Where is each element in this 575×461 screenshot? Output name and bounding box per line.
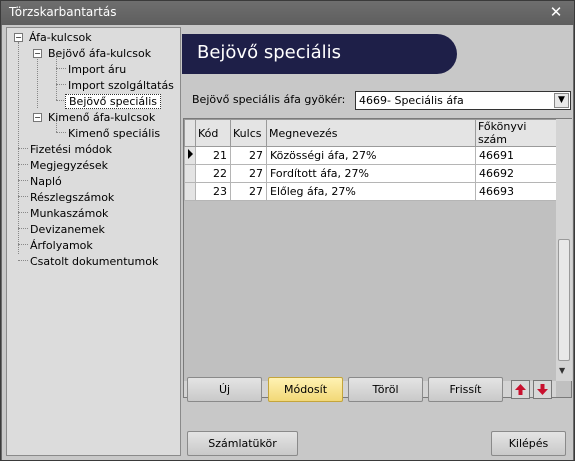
tree-item-reszlegszamok[interactable]: Részlegszámok <box>30 190 114 205</box>
column-header-fokonyvi-szam[interactable]: Főkönyvi szám <box>475 119 557 147</box>
tree-line <box>18 196 28 197</box>
new-button[interactable]: Új <box>187 377 262 402</box>
tree-item-kimeno-specialis[interactable]: Kimenő speciális <box>68 126 160 141</box>
navigation-tree: − Áfa-kulcsok − Bejövő áfa-kulcsok Impor… <box>6 27 181 456</box>
vertical-scrollbar[interactable]: ▼ <box>556 119 572 381</box>
cell-kod[interactable]: 22 <box>195 164 231 183</box>
window-title: Törzskarbantartás <box>9 5 117 19</box>
tree-item-munkaszamok[interactable]: Munkaszámok <box>30 206 108 221</box>
tree-line <box>18 180 28 181</box>
tree-line <box>18 148 28 149</box>
column-header-kulcs[interactable]: Kulcs <box>230 119 267 147</box>
move-up-button[interactable] <box>511 380 530 399</box>
tree-item-label: Napló <box>30 175 62 188</box>
tree-item-fizetesi-modok[interactable]: Fizetési módok <box>30 142 112 157</box>
cell-fokonyvi-szam[interactable]: 46692 <box>475 164 557 183</box>
exit-button[interactable]: Kilépés <box>491 431 566 456</box>
root-account-select[interactable]: 4669- Speciális áfa ▼ <box>355 91 571 110</box>
collapse-icon[interactable]: − <box>14 33 23 42</box>
tree-item-kimeno-afa-kulcsok[interactable]: Kimenő áfa-kulcsok <box>48 110 155 125</box>
tree-item-naplo[interactable]: Napló <box>30 174 62 189</box>
tree-item-label: Bejövő áfa-kulcsok <box>48 47 152 60</box>
tree-item-bejovo-specialis[interactable]: Bejövő speciális <box>65 94 162 109</box>
tree-line <box>56 84 66 85</box>
row-indicator <box>184 146 196 165</box>
modify-button[interactable]: Módosít <box>268 377 343 402</box>
collapse-icon[interactable]: − <box>33 113 42 122</box>
cell-megnevezes[interactable]: Fordított áfa, 27% <box>266 164 476 183</box>
tree-line <box>56 56 57 100</box>
table-row[interactable]: 23 27 Előleg áfa, 27% 46693 <box>184 182 557 201</box>
vertical-scroll-thumb[interactable] <box>558 239 570 361</box>
arrow-down-icon <box>537 384 548 395</box>
tree-item-label: Import áru <box>68 63 127 76</box>
tree-item-label: Áfa-kulcsok <box>29 31 92 44</box>
refresh-button[interactable]: Frissít <box>428 377 503 402</box>
tree-item-label: Részlegszámok <box>30 191 115 204</box>
cell-kod[interactable]: 23 <box>195 182 231 201</box>
cell-kulcs[interactable]: 27 <box>230 146 267 165</box>
vat-code-grid[interactable]: Kód Kulcs Megnevezés Főkönyvi szám 21 27… <box>183 118 572 398</box>
tree-item-label: Fizetési módok <box>30 143 113 156</box>
tree-line <box>18 228 28 229</box>
tree-item-megjegyzesek[interactable]: Megjegyzések <box>30 158 108 173</box>
move-down-button[interactable] <box>533 380 552 399</box>
root-account-value: 4669- Speciális áfa <box>359 94 464 107</box>
cell-fokonyvi-szam[interactable]: 46693 <box>475 182 557 201</box>
column-header-kod[interactable]: Kód <box>195 119 231 147</box>
client-area: − Áfa-kulcsok − Bejövő áfa-kulcsok Impor… <box>2 25 573 460</box>
tree-item-afa-kulcsok[interactable]: Áfa-kulcsok <box>29 30 92 45</box>
table-row[interactable]: 21 27 Közösségi áfa, 27% 46691 <box>184 146 557 165</box>
tree-item-devizanemek[interactable]: Devizanemek <box>30 222 105 237</box>
tree-item-import-aru[interactable]: Import áru <box>68 62 126 77</box>
tree-line <box>56 132 66 133</box>
panel-title: Bejövő speciális <box>197 42 342 63</box>
vat-code-table: Kód Kulcs Megnevezés Főkönyvi szám 21 27… <box>184 119 557 201</box>
cell-kulcs[interactable]: 27 <box>230 164 267 183</box>
tree-item-label: Munkaszámok <box>30 207 109 220</box>
tree-item-label: Devizanemek <box>30 223 105 236</box>
tree-item-label: Kimenő speciális <box>68 127 161 140</box>
tree-item-label: Import szolgáltatás <box>68 79 174 92</box>
tree-item-label: Bejövő speciális <box>65 94 162 109</box>
delete-button[interactable]: Töröl <box>348 377 423 402</box>
tree-line <box>18 260 28 261</box>
tree-item-label: Kimenő áfa-kulcsok <box>48 111 156 124</box>
root-account-label: Bejövő speciális áfa gyökér: <box>192 93 346 106</box>
row-indicator <box>184 164 196 183</box>
tree-item-label: Árfolyamok <box>30 239 93 252</box>
collapse-icon[interactable]: − <box>33 49 42 58</box>
tree-item-arfolyamok[interactable]: Árfolyamok <box>30 238 93 253</box>
chart-of-accounts-button[interactable]: Számlatükör <box>187 431 298 456</box>
tree-line <box>18 164 28 165</box>
tree-item-import-szolgaltatas[interactable]: Import szolgáltatás <box>68 78 174 93</box>
title-bar[interactable]: Törzskarbantartás ✕ <box>1 1 574 25</box>
tree-item-label: Csatolt dokumentumok <box>30 255 159 268</box>
row-indicator-header <box>184 119 196 147</box>
scroll-down-icon[interactable]: ▼ <box>559 366 565 375</box>
current-row-pointer-icon <box>188 149 193 159</box>
cell-megnevezes[interactable]: Előleg áfa, 27% <box>266 182 476 201</box>
cell-megnevezes[interactable]: Közösségi áfa, 27% <box>266 146 476 165</box>
tree-item-label: Megjegyzések <box>30 159 108 172</box>
tree-line <box>56 68 66 69</box>
table-row[interactable]: 22 27 Fordított áfa, 27% 46692 <box>184 164 557 183</box>
window: Törzskarbantartás ✕ − Áfa-kulcsok − Bejö… <box>0 0 575 461</box>
cell-kulcs[interactable]: 27 <box>230 182 267 201</box>
cell-fokonyvi-szam[interactable]: 46691 <box>475 146 557 165</box>
close-icon[interactable]: ✕ <box>548 4 564 20</box>
arrow-up-icon <box>515 384 526 395</box>
tree-line <box>18 212 28 213</box>
panel-header: Bejövő speciális <box>182 34 457 74</box>
cell-kod[interactable]: 21 <box>195 146 231 165</box>
chevron-down-icon[interactable]: ▼ <box>554 93 569 108</box>
column-header-megnevezes[interactable]: Megnevezés <box>266 119 476 147</box>
tree-line <box>37 56 38 108</box>
table-header-row: Kód Kulcs Megnevezés Főkönyvi szám <box>184 119 557 147</box>
tree-item-csatolt-dokumentumok[interactable]: Csatolt dokumentumok <box>30 254 158 269</box>
row-indicator <box>184 182 196 201</box>
tree-line <box>18 244 28 245</box>
tree-item-bejovo-afa-kulcsok[interactable]: Bejövő áfa-kulcsok <box>48 46 151 61</box>
